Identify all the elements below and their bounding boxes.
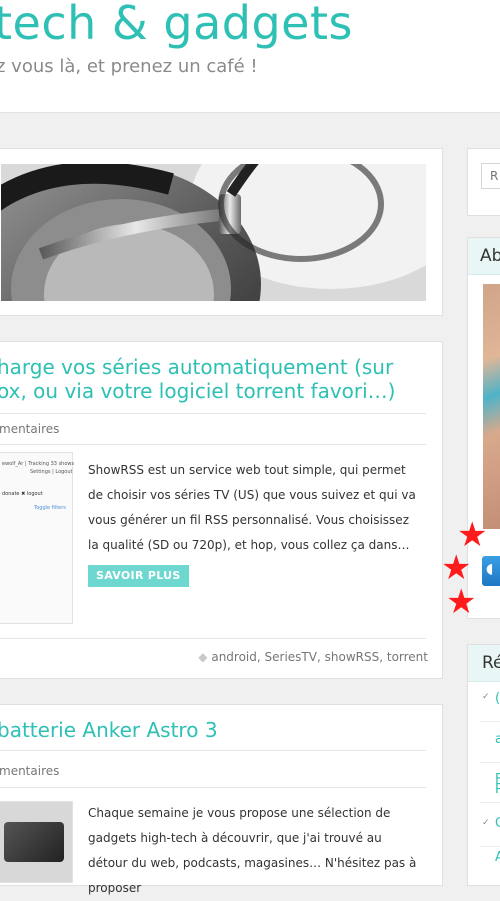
post-title[interactable]: harge vos séries automatiquement (sur: [0, 354, 393, 381]
recent-item[interactable]: ✓ C: [480, 806, 500, 847]
chevron-icon: ✓: [482, 692, 490, 702]
thumb-text: Toggle filters: [34, 505, 66, 511]
post-card: batterie Anker Astro 3 mentaires Chaque …: [0, 704, 443, 895]
comments-count[interactable]: mentaires: [0, 764, 59, 778]
twitter-icon: ◖: [486, 561, 494, 577]
recent-item-label: (: [495, 691, 500, 706]
tag-link[interactable]: showRSS: [325, 650, 380, 664]
phone-image: [4, 822, 64, 862]
site-title[interactable]: tech & gadgets: [0, 0, 353, 50]
thumb-text: ewolf_Ar | Tracking 33 shows: [2, 461, 75, 467]
widget-title: Ab: [480, 246, 500, 266]
post-card: harge vos séries automatiquement (sur ox…: [0, 341, 443, 679]
recent-item[interactable]: ✓ (: [480, 681, 500, 722]
site-header: tech & gadgets z vous là, et prenez un c…: [0, 0, 500, 113]
post-title-line-2[interactable]: ox, ou via votre logiciel torrent favori…: [0, 378, 396, 405]
featured-image-box: [0, 148, 443, 316]
tag-link[interactable]: SeriesTV: [265, 650, 317, 664]
recent-item-label: P: [495, 782, 500, 797]
recent-item-label: A: [495, 850, 500, 865]
chevron-icon: ✓: [482, 818, 490, 828]
read-more-button[interactable]: SAVOIR PLUS: [88, 565, 189, 587]
divider: [0, 638, 426, 639]
recent-item-label: C: [495, 816, 500, 831]
divider: [0, 444, 426, 445]
twitter-button[interactable]: ◖: [482, 556, 500, 586]
widget-title: Ré: [482, 653, 500, 673]
recent-item-label: a: [495, 732, 500, 747]
star-icon: ★: [446, 582, 477, 622]
tag-icon: ◆: [198, 650, 208, 664]
post-thumbnail[interactable]: [0, 801, 73, 883]
recent-item[interactable]: A: [480, 846, 500, 886]
thumb-text: donate ✖ logout: [2, 491, 43, 497]
divider: [0, 750, 426, 751]
site-tagline: z vous là, et prenez un café !: [0, 56, 258, 77]
comments-count[interactable]: mentaires: [0, 422, 59, 436]
search-widget: [467, 148, 500, 216]
divider: [0, 787, 426, 788]
thumb-text: Settings | Logout: [30, 469, 73, 475]
post-thumbnail[interactable]: ewolf_Ar | Tracking 33 shows Settings | …: [0, 452, 75, 624]
headphones-image[interactable]: [1, 164, 426, 301]
tag-list: ◆ android, SeriesTV, showRSS, torrent: [198, 650, 428, 664]
divider: [0, 413, 426, 414]
recent-item[interactable]: a: [480, 722, 500, 763]
tag-link[interactable]: android: [211, 650, 257, 664]
post-excerpt: ShowRSS est un service web tout simple, …: [88, 463, 416, 552]
tag-link[interactable]: torrent: [387, 650, 428, 664]
search-input[interactable]: [481, 163, 500, 189]
post-title[interactable]: batterie Anker Astro 3: [0, 717, 218, 744]
star-icon: ★: [441, 548, 472, 588]
post-excerpt: Chaque semaine je vous propose une sélec…: [88, 806, 417, 895]
author-photo[interactable]: [483, 284, 500, 529]
star-icon: ★: [457, 515, 488, 555]
recent-item[interactable]: P: [480, 782, 500, 806]
headphones-illustration: [1, 164, 426, 301]
